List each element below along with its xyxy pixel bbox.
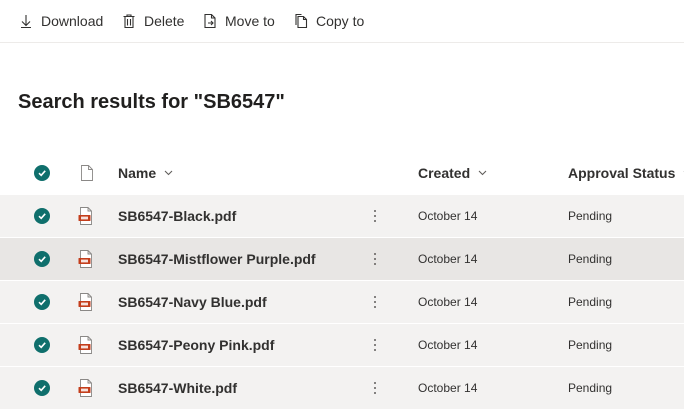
file-list: SB6547-Black.pdf October 14 Pending SB65… <box>0 195 684 410</box>
check-circle-icon <box>34 380 50 396</box>
copy-icon <box>293 13 309 29</box>
approval-status: Pending <box>568 209 613 223</box>
column-name-label: Name <box>118 165 157 181</box>
pdf-icon <box>78 367 94 409</box>
select-all-check-circle-icon[interactable] <box>34 165 50 181</box>
table-row[interactable]: SB6547-Mistflower Purple.pdf October 14 … <box>0 238 684 280</box>
column-header-approval-status[interactable]: Approval Status <box>568 152 684 194</box>
created-date: October 14 <box>418 381 478 395</box>
column-created-label: Created <box>418 165 471 181</box>
more-vertical-icon[interactable] <box>368 195 382 237</box>
check-circle-icon <box>34 208 50 224</box>
column-approval-status-label: Approval Status <box>568 165 676 181</box>
approval-status: Pending <box>568 381 613 395</box>
approval-status: Pending <box>568 338 613 352</box>
check-circle-icon <box>34 251 50 267</box>
row-check[interactable] <box>34 324 50 366</box>
table-row[interactable]: SB6547-Black.pdf October 14 Pending <box>0 195 684 237</box>
move-to-label: Move to <box>225 13 275 29</box>
created-date: October 14 <box>418 209 478 223</box>
created-date: October 14 <box>418 295 478 309</box>
row-check[interactable] <box>34 367 50 409</box>
more-vertical-icon[interactable] <box>368 367 382 409</box>
move-to-button[interactable]: Move to <box>202 0 275 42</box>
file-name-link[interactable]: SB6547-Black.pdf <box>118 195 236 237</box>
pdf-icon <box>78 324 94 366</box>
created-date: October 14 <box>418 252 478 266</box>
column-header-name[interactable]: Name <box>118 152 173 194</box>
check-circle-icon <box>34 337 50 353</box>
chevron-down-icon <box>478 170 487 176</box>
more-vertical-icon[interactable] <box>368 324 382 366</box>
file-name-link[interactable]: SB6547-Peony Pink.pdf <box>118 324 274 366</box>
download-icon <box>18 13 34 29</box>
file-name-link[interactable]: SB6547-Mistflower Purple.pdf <box>118 238 316 280</box>
file-type-icon[interactable] <box>80 152 94 194</box>
trash-icon <box>121 13 137 29</box>
move-to-icon <box>202 13 218 29</box>
approval-status: Pending <box>568 295 613 309</box>
copy-to-button[interactable]: Copy to <box>293 0 364 42</box>
file-name-link[interactable]: SB6547-White.pdf <box>118 367 237 409</box>
delete-label: Delete <box>144 13 185 29</box>
created-date: October 14 <box>418 338 478 352</box>
chevron-down-icon <box>164 170 173 176</box>
page-title: Search results for "SB6547" <box>18 91 285 113</box>
list-header: Name Created Approval Status <box>0 152 684 194</box>
row-check[interactable] <box>34 281 50 323</box>
table-row[interactable]: SB6547-Peony Pink.pdf October 14 Pending <box>0 324 684 366</box>
check-circle-icon <box>34 294 50 310</box>
download-button[interactable]: Download <box>18 0 103 42</box>
pdf-icon <box>78 281 94 323</box>
table-row[interactable]: SB6547-White.pdf October 14 Pending <box>0 367 684 409</box>
copy-to-label: Copy to <box>316 13 365 29</box>
more-vertical-icon[interactable] <box>368 281 382 323</box>
row-check[interactable] <box>34 195 50 237</box>
row-check[interactable] <box>34 238 50 280</box>
file-name-link[interactable]: SB6547-Navy Blue.pdf <box>118 281 267 323</box>
table-row[interactable]: SB6547-Navy Blue.pdf October 14 Pending <box>0 281 684 323</box>
command-bar: Download Delete Move to Copy to <box>0 0 684 43</box>
pdf-icon <box>78 195 94 237</box>
approval-status: Pending <box>568 252 613 266</box>
more-vertical-icon[interactable] <box>368 238 382 280</box>
column-header-created[interactable]: Created <box>418 152 487 194</box>
delete-button[interactable]: Delete <box>121 0 184 42</box>
download-label: Download <box>41 13 104 29</box>
pdf-icon <box>78 238 94 280</box>
